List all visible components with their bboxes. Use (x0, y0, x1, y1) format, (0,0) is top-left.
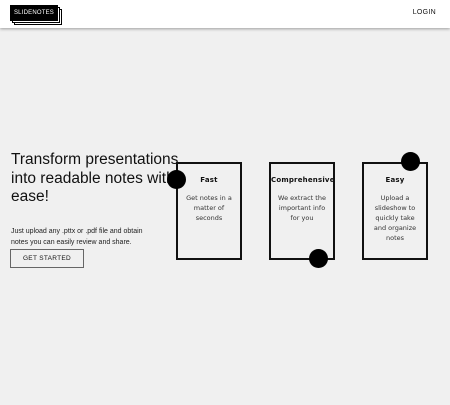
logo-text: SLIDENOTES (10, 5, 58, 21)
feature-card-title: Fast (200, 176, 218, 184)
decorative-dot (309, 249, 328, 268)
decorative-dot (401, 152, 420, 171)
feature-card-easy: Easy Upload a slideshow to quickly take … (362, 162, 428, 260)
logo[interactable]: SLIDENOTES (10, 5, 62, 25)
login-link[interactable]: LOGIN (413, 9, 436, 16)
feature-card-fast: Fast Get notes in a matter of seconds (176, 162, 242, 260)
feature-card-comprehensive: Comprehensive We extract the important i… (269, 162, 335, 260)
feature-card-title: Easy (385, 176, 405, 184)
get-started-button[interactable]: GET STARTED (10, 249, 84, 268)
hero-subtitle: Just upload any .pttx or .pdf file and o… (11, 228, 143, 246)
decorative-dot (167, 170, 186, 189)
hero-title: Transform presentations into readable no… (11, 151, 179, 205)
feature-card-title: Comprehensive (271, 176, 335, 184)
feature-card-description: Upload a slideshow to quickly take and o… (373, 194, 417, 242)
feature-card-description: We extract the important info for you (278, 194, 326, 222)
navbar: SLIDENOTES LOGIN (0, 0, 450, 28)
feature-card-description: Get notes in a matter of seconds (186, 194, 232, 222)
